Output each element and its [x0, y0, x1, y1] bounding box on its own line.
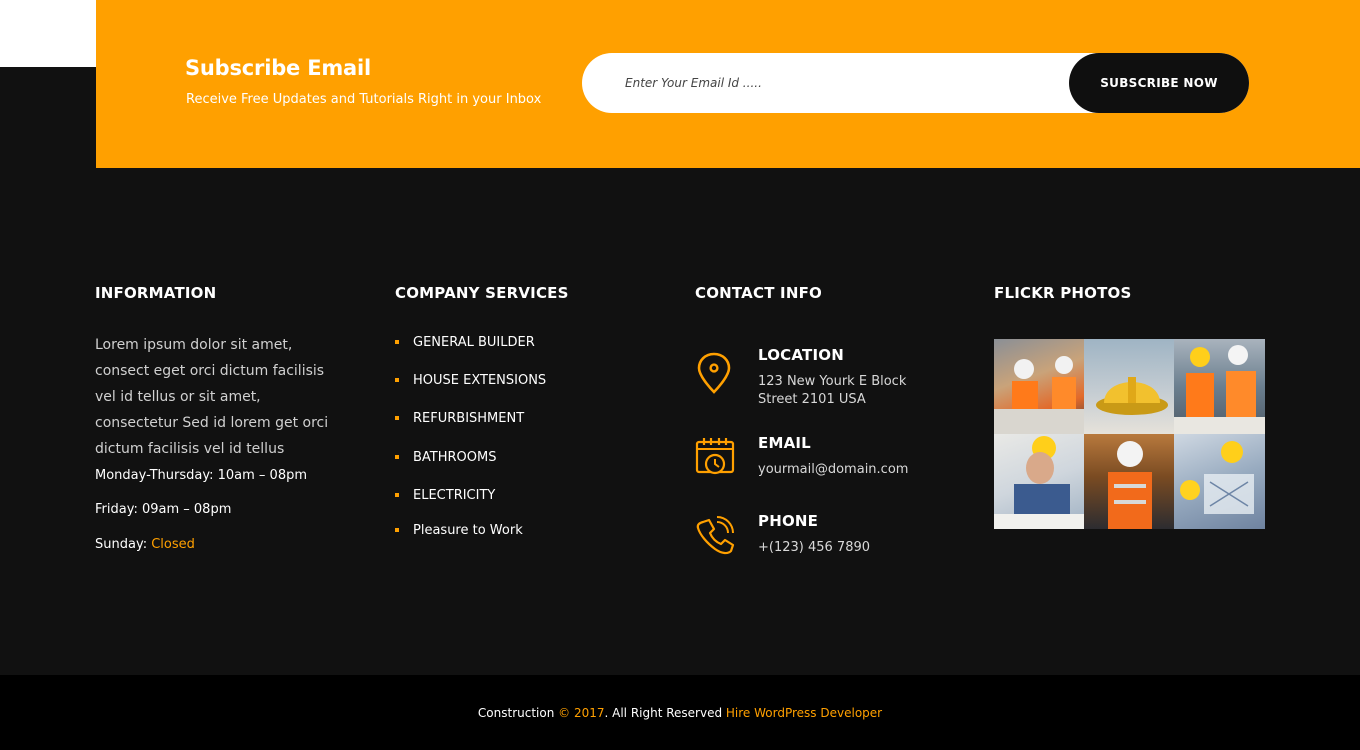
services-column: COMPANY SERVICES GENERAL BUILDER HOUSE E…: [395, 284, 665, 584]
phone-label: PHONE: [758, 512, 819, 530]
hours-friday: Friday: 09am – 08pm: [95, 502, 232, 517]
hours-weekdays: Monday-Thursday: 10am – 08pm: [95, 468, 307, 483]
copyright-text: Construction © 2017. All Right Reserved …: [0, 706, 1360, 720]
email-label: EMAIL: [758, 434, 811, 452]
information-title: INFORMATION: [95, 284, 217, 302]
service-label: REFURBISHMENT: [413, 411, 525, 426]
contact-title: CONTACT INFO: [695, 284, 822, 302]
bullet-icon: [395, 340, 399, 344]
contact-phone: PHONE +(123) 456 7890: [695, 512, 955, 562]
flickr-photo-blueprints[interactable]: [1174, 434, 1265, 529]
flickr-photo-workers-2[interactable]: [1174, 339, 1265, 434]
copyright-rights: . All Right Reserved: [604, 706, 726, 720]
email-input[interactable]: [582, 53, 1082, 113]
service-label: Pleasure to Work: [413, 523, 523, 538]
flickr-column: FLICKR PHOTOS: [994, 284, 1274, 584]
flickr-title: FLICKR PHOTOS: [994, 284, 1132, 302]
service-label: BATHROOMS: [413, 450, 497, 465]
service-item-pleasure-to-work[interactable]: Pleasure to Work: [395, 523, 523, 538]
copyright-bar: Construction © 2017. All Right Reserved …: [0, 675, 1360, 750]
email-value[interactable]: yourmail@domain.com: [758, 462, 908, 477]
hours-sunday-status: Closed: [151, 537, 195, 552]
flickr-photo-worker-vest[interactable]: [1084, 434, 1174, 529]
bullet-icon: [395, 416, 399, 420]
subscribe-banner: Subscribe Email Receive Free Updates and…: [96, 0, 1360, 168]
service-item-house-extensions[interactable]: HOUSE EXTENSIONS: [395, 373, 546, 388]
information-text: Lorem ipsum dolor sit amet, consect eget…: [95, 337, 329, 457]
hours-sunday: Sunday: Closed: [95, 537, 195, 552]
subscribe-subtitle: Receive Free Updates and Tutorials Right…: [186, 92, 542, 107]
subscribe-form: SUBSCRIBE NOW: [582, 53, 1249, 113]
copyright-brand: Construction: [477, 706, 555, 720]
service-item-refurbishment[interactable]: REFURBISHMENT: [395, 411, 524, 426]
location-line-1: 123 New Yourk E Block: [758, 374, 907, 389]
bullet-icon: [395, 378, 399, 382]
contact-column: CONTACT INFO LOCATION 123 New Yourk E Bl…: [695, 284, 965, 584]
contact-location: LOCATION 123 New Yourk E Block Street 21…: [695, 346, 955, 407]
services-title: COMPANY SERVICES: [395, 284, 569, 302]
service-label: ELECTRICITY: [413, 488, 496, 503]
hours-sunday-label: Sunday:: [95, 537, 152, 552]
service-item-bathrooms[interactable]: BATHROOMS: [395, 450, 496, 465]
contact-email: EMAIL yourmail@domain.com: [695, 434, 955, 484]
flickr-photo-grid: [994, 339, 1265, 529]
copyright-year: © 2017: [558, 706, 605, 720]
service-label: HOUSE EXTENSIONS: [413, 373, 547, 388]
information-column: INFORMATION Lorem ipsum dolor sit amet, …: [95, 284, 365, 584]
developer-link[interactable]: Hire WordPress Developer: [726, 706, 882, 720]
bullet-icon: [395, 493, 399, 497]
calendar-clock-icon: [695, 438, 735, 475]
flickr-photo-workers-1[interactable]: [994, 339, 1084, 434]
bullet-icon: [395, 528, 399, 532]
subscribe-button[interactable]: SUBSCRIBE NOW: [1069, 53, 1249, 113]
location-label: LOCATION: [758, 346, 844, 364]
map-pin-icon: [697, 352, 731, 394]
service-item-electricity[interactable]: ELECTRICITY: [395, 488, 495, 503]
service-label: GENERAL BUILDER: [413, 335, 535, 350]
top-white-strip: [0, 0, 96, 67]
flickr-photo-engineer[interactable]: [994, 434, 1084, 529]
service-item-general-builder[interactable]: GENERAL BUILDER: [395, 335, 535, 350]
location-line-2: Street 2101 USA: [758, 392, 866, 407]
bullet-icon: [395, 455, 399, 459]
subscribe-title: Subscribe Email: [185, 56, 371, 80]
phone-value[interactable]: +(123) 456 7890: [758, 540, 870, 555]
flickr-photo-hardhat[interactable]: [1084, 339, 1174, 434]
phone-icon: [696, 516, 735, 555]
